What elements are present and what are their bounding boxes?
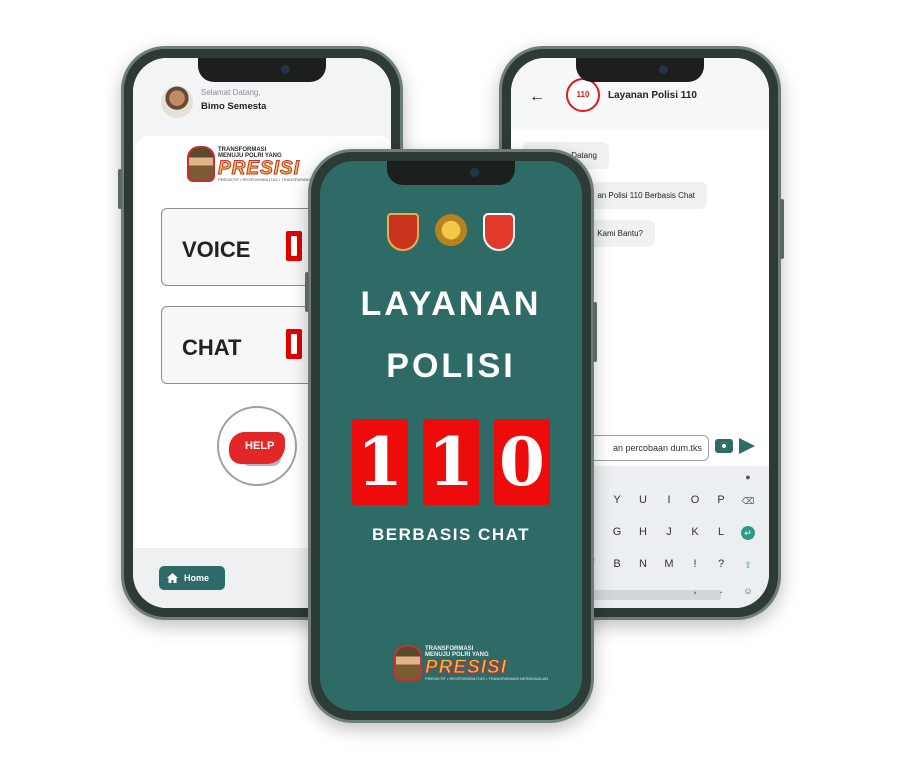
send-icon[interactable] [739, 438, 755, 454]
subtitle: BERBASIS CHAT [371, 525, 531, 544]
emblem-row [320, 213, 582, 251]
chat-title: Layanan Polisi 110 [608, 90, 697, 101]
key[interactable]: O [689, 494, 701, 508]
police-unit-emblem-icon [483, 213, 515, 251]
police-badge-icon [435, 213, 467, 251]
shift-icon[interactable]: ⇧ [741, 558, 755, 572]
key[interactable]: , [689, 584, 701, 598]
title-line-2: POLISI [386, 347, 516, 385]
logo-tagline: PREDIKTIF • RESPONSIBILITAS • TRANSPARAN… [425, 675, 549, 681]
layanan-110-logo: 110 [566, 78, 600, 112]
key[interactable]: G [611, 526, 623, 540]
key[interactable]: H [637, 526, 649, 540]
key[interactable]: ? [715, 558, 727, 572]
back-arrow-icon[interactable]: ← [529, 88, 545, 106]
center-phone: LAYANAN POLISI 1 1 0 BERBASIS CHAT TRANS… [305, 149, 597, 723]
home-icon [167, 573, 178, 583]
title-line-1: LAYANAN [360, 285, 542, 323]
police-mascot-icon [394, 645, 422, 681]
greeting-text: Selamat Datang, [201, 88, 261, 97]
police-shield-icon [387, 213, 419, 251]
nav-home-button[interactable]: Home [159, 566, 225, 590]
camera-icon[interactable] [715, 439, 733, 453]
presisi-logo: TRANSFORMASI MENUJU POLRI YANG PRESISI P… [394, 645, 548, 681]
key[interactable]: P [715, 494, 727, 508]
nav-home-label: Home [184, 573, 210, 583]
hotline-number: 1 1 0 [320, 419, 582, 505]
help-button[interactable]: HELP [217, 406, 297, 486]
key[interactable]: ! [689, 558, 701, 572]
digit-tile: 1 [352, 419, 408, 505]
key[interactable]: L [715, 526, 727, 540]
key[interactable]: U [637, 494, 649, 508]
digit-tile [286, 329, 302, 359]
voice-label: VOICE [182, 237, 251, 262]
key[interactable]: I [663, 494, 675, 508]
key[interactable]: B [611, 558, 623, 572]
key[interactable]: N [637, 558, 649, 572]
key[interactable]: Y [611, 494, 623, 508]
splash-screen: LAYANAN POLISI 1 1 0 BERBASIS CHAT TRANS… [320, 161, 582, 711]
key[interactable]: M [663, 558, 675, 572]
key[interactable]: K [689, 526, 701, 540]
digit-tile [286, 231, 302, 261]
digit-tile: 1 [423, 419, 479, 505]
notch [198, 58, 326, 82]
notch [576, 58, 704, 82]
key[interactable]: . [715, 584, 727, 598]
notch [387, 161, 515, 185]
backspace-icon[interactable]: ⌫ [741, 494, 755, 508]
enter-icon[interactable]: ↵ [741, 526, 755, 540]
logo-brand: PRESISI [424, 656, 507, 678]
mic-icon[interactable]: ● [741, 470, 755, 484]
help-label: HELP [245, 440, 275, 452]
key[interactable]: J [663, 526, 675, 540]
chat-label: CHAT [182, 335, 242, 360]
police-mascot-icon [187, 146, 215, 182]
avatar[interactable] [161, 86, 193, 118]
user-name: Bimo Semesta [201, 101, 267, 112]
digit-tile: 0 [494, 419, 550, 505]
emoji-icon[interactable]: ☺ [741, 584, 755, 598]
